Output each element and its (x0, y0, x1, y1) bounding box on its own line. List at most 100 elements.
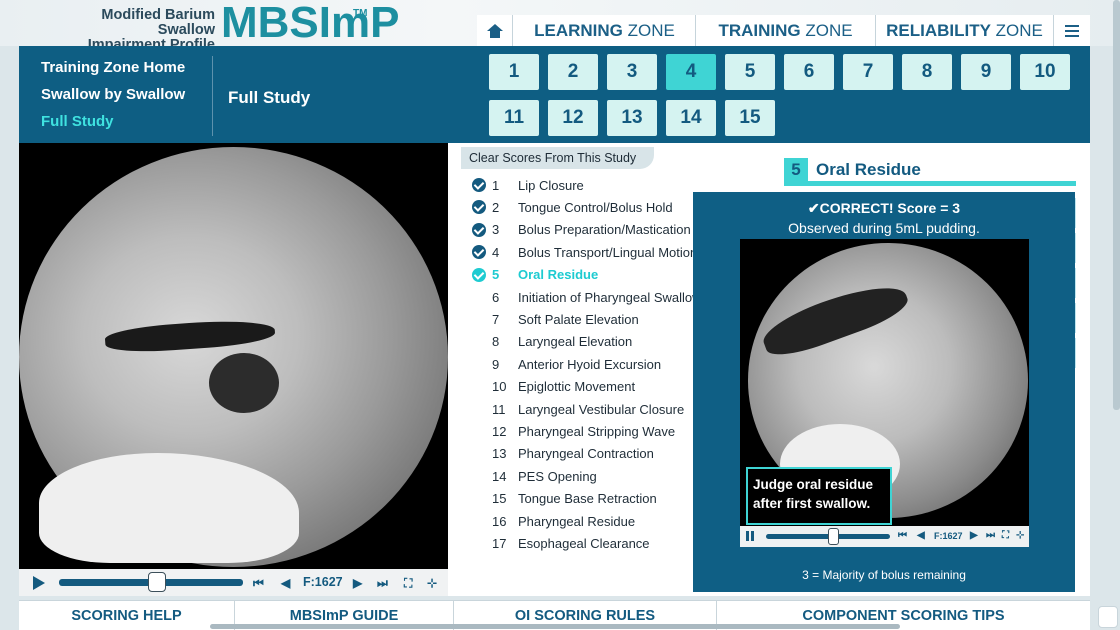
swallow-button-3[interactable]: 3 (607, 54, 657, 90)
swallow-button-9[interactable]: 9 (961, 54, 1011, 90)
brand-logo: MBSImP (221, 0, 400, 47)
brand-trademark: TM (353, 8, 368, 19)
component-item-1[interactable]: 1 Lip Closure (472, 174, 712, 196)
component-item-4[interactable]: 4 Bolus Transport/Lingual Motion (472, 241, 712, 263)
subnav-swallow-by-swallow[interactable]: Swallow by Swallow (41, 86, 211, 113)
pause-icon[interactable] (746, 531, 754, 541)
caption-line1: Judge oral residue (753, 477, 874, 492)
home-icon (486, 23, 503, 38)
step-back-icon[interactable]: ◀ (917, 530, 925, 541)
exit-fullscreen-icon[interactable]: ⊹ (427, 576, 437, 590)
play-icon[interactable] (33, 575, 45, 590)
training-zone-tab[interactable]: TRAINING ZONE (696, 15, 876, 46)
component-item-12[interactable]: 12 Pharyngeal Stripping Wave (472, 420, 712, 442)
home-button[interactable] (477, 15, 513, 46)
component-item-10[interactable]: 10 Epiglottic Movement (472, 376, 712, 398)
menu-button[interactable] (1054, 15, 1090, 46)
swallow-button-8[interactable]: 8 (902, 54, 952, 90)
component-item-2[interactable]: 2 Tongue Control/Bolus Hold (472, 196, 712, 218)
component-label: Laryngeal Elevation (518, 334, 633, 350)
component-item-5[interactable]: 5 Oral Residue (472, 264, 712, 286)
component-label: Soft Palate Elevation (518, 311, 639, 327)
swallow-button-1[interactable]: 1 (489, 54, 539, 90)
feedback-scrubber-handle[interactable] (828, 528, 839, 545)
skip-end-icon[interactable]: ⏭ (986, 530, 995, 541)
feedback-video[interactable]: Judge oral residue after first swallow. … (740, 239, 1029, 547)
component-label: Lip Closure (518, 177, 584, 193)
step-forward-icon[interactable]: ▶ (353, 576, 362, 590)
component-number: 11 (492, 401, 506, 417)
swallow-button-2[interactable]: 2 (548, 54, 598, 90)
vertical-scrollbar[interactable] (1113, 0, 1120, 410)
component-item-15[interactable]: 15 Tongue Base Retraction (472, 488, 712, 510)
scrubber-handle[interactable] (148, 572, 166, 592)
main-video-player[interactable]: ⏮ ◀ F:1627 ▶ ⏭ ⛶ ⊹ (19, 143, 448, 596)
check-circle-icon (472, 200, 486, 215)
component-label: Esophageal Clearance (518, 535, 650, 551)
corner-button[interactable] (1098, 606, 1118, 628)
subnav-full-study[interactable]: Full Study (41, 113, 211, 140)
swallow-button-11[interactable]: 11 (489, 100, 539, 136)
check-circle-icon (472, 222, 486, 237)
component-item-11[interactable]: 11 Laryngeal Vestibular Closure (472, 398, 712, 420)
swallow-button-14[interactable]: 14 (666, 100, 716, 136)
clear-scores-button[interactable]: Clear Scores From This Study (461, 147, 655, 169)
step-back-icon[interactable]: ◀ (281, 576, 290, 590)
component-item-9[interactable]: 9 Anterior Hyoid Excursion (472, 353, 712, 375)
fluoroscopy-shadow (209, 353, 279, 413)
swallow-button-6[interactable]: 6 (784, 54, 834, 90)
score-definition: 3 = Majority of bolus remaining (802, 568, 966, 582)
feedback-frame-counter: F:1627 (934, 531, 963, 541)
app-header: Modified Barium Swallow Impairment Profi… (0, 0, 1120, 53)
horizontal-scrollbar[interactable] (210, 624, 900, 629)
component-number: 5 (784, 158, 808, 182)
skip-start-icon[interactable]: ⏮ (253, 576, 264, 591)
component-label: Tongue Base Retraction (518, 491, 657, 507)
component-label: Pharyngeal Contraction (518, 446, 654, 462)
component-item-13[interactable]: 13 Pharyngeal Contraction (472, 443, 712, 465)
observed-message: Observed during 5mL pudding. (788, 220, 980, 236)
fullscreen-icon[interactable]: ⛶ (1002, 530, 1009, 541)
component-item-17[interactable]: 17 Esophageal Clearance (472, 532, 712, 554)
component-item-16[interactable]: 16 Pharyngeal Residue (472, 510, 712, 532)
skip-end-icon[interactable]: ⏭ (377, 576, 388, 591)
component-label: Oral Residue (518, 267, 599, 283)
component-item-8[interactable]: 8 Laryngeal Elevation (472, 331, 712, 353)
feedback-popup: ✔CORRECT! Score = 3 Observed during 5mL … (693, 192, 1075, 592)
training-zone-bold: TRAINING (718, 20, 801, 40)
check-circle-icon (472, 267, 486, 282)
component-title: Oral Residue (816, 160, 921, 179)
component-number: 13 (492, 446, 507, 462)
swallow-button-4[interactable]: 4 (666, 54, 716, 90)
swallow-button-13[interactable]: 13 (607, 100, 657, 136)
swallow-button-10[interactable]: 10 (1020, 54, 1070, 90)
component-label: Pharyngeal Residue (518, 513, 636, 529)
brand-line1: Modified Barium Swallow (101, 7, 215, 38)
check-circle-icon (472, 245, 486, 260)
scoring-help-tab[interactable]: SCORING HELP (19, 601, 235, 630)
learning-zone-tab[interactable]: LEARNING ZONE (514, 15, 696, 46)
fullscreen-icon[interactable]: ⛶ (404, 576, 412, 591)
component-label: PES Opening (518, 468, 597, 484)
component-item-7[interactable]: 7 Soft Palate Elevation (472, 308, 712, 330)
swallow-button-15[interactable]: 15 (725, 100, 775, 136)
subnav-training-zone-home[interactable]: Training Zone Home (41, 59, 211, 86)
skip-start-icon[interactable]: ⏮ (898, 530, 907, 541)
exit-fullscreen-icon[interactable]: ⊹ (1016, 530, 1024, 541)
component-label: Tongue Control/Bolus Hold (518, 199, 673, 215)
swallow-button-5[interactable]: 5 (725, 54, 775, 90)
component-label: Epiglottic Movement (518, 379, 636, 395)
feedback-video-controls: ⏮ ◀ F:1627 ▶ ⏭ ⛶ ⊹ (740, 526, 1029, 547)
swallow-button-12[interactable]: 12 (548, 100, 598, 136)
step-forward-icon[interactable]: ▶ (970, 530, 978, 541)
training-band: Training Zone Home Swallow by Swallow Fu… (19, 46, 1090, 143)
component-item-14[interactable]: 14 PES Opening (472, 465, 712, 487)
frame-counter: F:1627 (303, 575, 343, 589)
component-item-6[interactable]: 6 Initiation of Pharyngeal Swallow (472, 286, 712, 308)
component-label: Bolus Transport/Lingual Motion (518, 244, 698, 260)
reliability-zone-bold: RELIABILITY (886, 20, 991, 40)
component-number: 15 (492, 491, 507, 507)
reliability-zone-tab[interactable]: RELIABILITY ZONE (876, 15, 1054, 46)
swallow-button-7[interactable]: 7 (843, 54, 893, 90)
component-item-3[interactable]: 3 Bolus Preparation/Mastication (472, 219, 712, 241)
